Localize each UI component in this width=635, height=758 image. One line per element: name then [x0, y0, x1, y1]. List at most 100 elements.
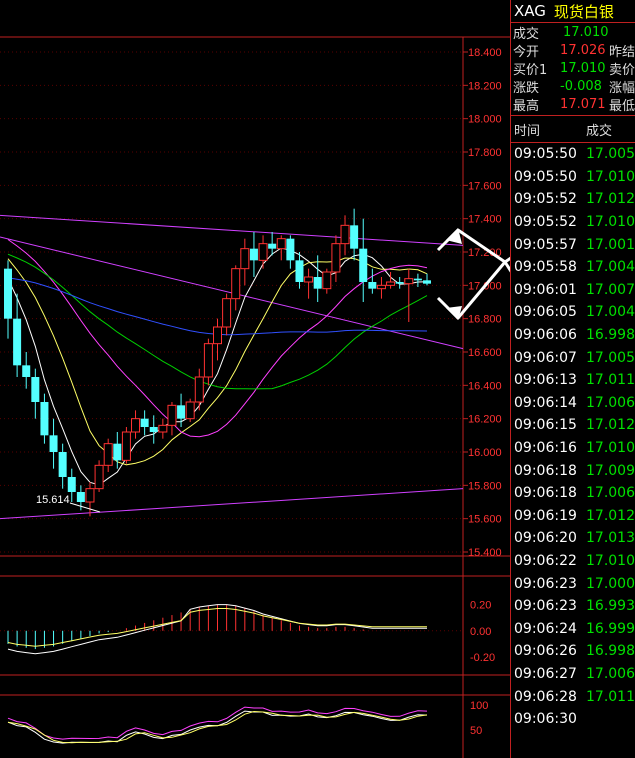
trade-time: 09:06:06: [514, 327, 577, 344]
quote-label-2: 卖价: [608, 62, 635, 78]
trade-row[interactable]: 09:05:50 17.010: [511, 166, 635, 189]
trade-row[interactable]: 09:06:23 16.993: [511, 595, 635, 618]
trade-row[interactable]: 09:06:27 17.006: [511, 663, 635, 686]
trade-price: 17.005: [586, 349, 635, 366]
trade-row[interactable]: 09:06:19 17.012: [511, 505, 635, 528]
trade-price: 16.998: [586, 327, 635, 344]
quote-label: 今开: [513, 44, 540, 60]
trade-row[interactable]: 09:06:18 17.009: [511, 459, 635, 482]
trade-row[interactable]: 09:06:16 17.010: [511, 437, 635, 460]
quote-row: 买价1 17.010 卖价: [511, 59, 635, 78]
trade-row[interactable]: 09:06:28 17.011: [511, 685, 635, 708]
quote-row: 涨跌 -0.008 涨幅: [511, 77, 635, 96]
trade-row[interactable]: 09:06:30: [511, 708, 635, 731]
trendline-upper: [0, 214, 464, 246]
candle-body-up: [304, 276, 314, 283]
trade-time: 09:06:14: [514, 394, 577, 411]
candle-body-up: [167, 404, 177, 426]
candle-body-down: [177, 405, 186, 419]
candle-body-down: [113, 443, 122, 461]
candle-body-up: [131, 418, 141, 433]
trade-row[interactable]: 09:06:06 16.998: [511, 324, 635, 347]
trade-time: 09:06:18: [514, 485, 577, 502]
price-tick-label: 15.600: [468, 514, 502, 526]
trade-time: 09:06:23: [514, 575, 577, 592]
trades-header-time: 时间: [514, 123, 541, 139]
macd-axis-label: -0.20: [470, 652, 495, 664]
quote-value: 17.071: [560, 96, 606, 112]
trade-price: 17.000: [586, 575, 635, 592]
candle-body-up: [185, 401, 195, 420]
trade-row[interactable]: 09:06:18 17.006: [511, 482, 635, 505]
trade-time: 09:06:24: [514, 620, 577, 637]
candle-body-up: [222, 298, 232, 328]
trade-row[interactable]: 09:05:57 17.001: [511, 233, 635, 256]
price-tick-label: 16.200: [468, 414, 502, 426]
trade-row[interactable]: 09:06:14 17.006: [511, 392, 635, 415]
candle-body-down: [268, 243, 277, 249]
trade-price: 17.006: [586, 485, 635, 502]
trade-time: 09:06:05: [514, 304, 577, 321]
trade-price: 17.012: [586, 507, 635, 524]
trade-row[interactable]: 09:06:22 17.010: [511, 550, 635, 573]
trade-price: 17.010: [586, 168, 635, 185]
trade-row[interactable]: 09:06:13 17.011: [511, 369, 635, 392]
candle-body-up: [203, 343, 213, 378]
trade-row[interactable]: 09:06:07 17.005: [511, 346, 635, 369]
kline-chart[interactable]: 18.40018.20018.00017.80017.60017.40017.2…: [0, 0, 510, 758]
instrument-title-bar: XAG 现货白银: [511, 0, 635, 23]
ma5-line: [7, 247, 428, 486]
trade-row[interactable]: 09:06:24 16.999: [511, 617, 635, 640]
trade-time: 09:06:28: [514, 688, 577, 705]
trade-price: 17.007: [586, 281, 635, 298]
price-tick-label: 16.400: [468, 380, 502, 392]
quote-row: 最高 17.071 最低: [511, 95, 635, 114]
candle-body-up: [404, 278, 414, 285]
trade-price: 16.993: [586, 598, 635, 615]
trade-row[interactable]: 09:05:52 17.010: [511, 211, 635, 234]
candle-body-down: [58, 452, 67, 477]
trade-price: 17.005: [586, 146, 635, 163]
candle-body-down: [49, 435, 58, 452]
price-tick-label: 18.000: [468, 114, 502, 126]
trades-list[interactable]: 09:05:50 17.005 09:05:50 17.010 09:05:52 17.0…: [511, 143, 635, 730]
price-tick-label: 15.800: [468, 480, 502, 492]
candle-body-down: [295, 260, 304, 282]
trade-price: 17.004: [586, 259, 635, 276]
quote-row: 成交 17.010: [511, 23, 635, 42]
trades-header-price: 成交: [586, 123, 613, 139]
trade-price: 16.998: [586, 643, 635, 660]
quote-side-panel: XAG 现货白银 成交 17.010 今开 17.026 昨结 买价1 17.010 卖价 涨跌…: [510, 0, 635, 758]
kline-chart-area[interactable]: 18.400 18.200 18.000 17.800 17.600 17.400 17.2…: [0, 0, 510, 758]
trade-time: 09:06:16: [514, 440, 577, 457]
candle-body-up: [94, 464, 104, 490]
quote-row: 今开 17.026 昨结: [511, 41, 635, 60]
candle-body-up: [276, 238, 286, 250]
trade-row[interactable]: 09:05:50 17.005: [511, 143, 635, 166]
trade-time: 09:06:01: [514, 281, 577, 298]
candle-body-up: [231, 268, 241, 300]
trade-row[interactable]: 09:06:05 17.004: [511, 301, 635, 324]
trade-row[interactable]: 09:06:23 17.000: [511, 572, 635, 595]
price-tick-label: 18.400: [468, 47, 502, 59]
trade-price: 16.999: [586, 620, 635, 637]
candle-body-down: [76, 492, 85, 502]
candle-body-up: [376, 284, 386, 290]
trade-row[interactable]: 09:06:20 17.013: [511, 527, 635, 550]
candle-body-up: [240, 248, 250, 270]
trade-row[interactable]: 09:05:58 17.004: [511, 256, 635, 279]
candle-body-down: [67, 477, 76, 492]
trade-row[interactable]: 09:06:15 17.012: [511, 414, 635, 437]
price-tick-label: 17.400: [468, 214, 502, 226]
trade-row[interactable]: 09:05:52 17.012: [511, 188, 635, 211]
kdj-j-line: [7, 706, 428, 740]
candle-body-up: [322, 271, 332, 290]
trade-time: 09:06:22: [514, 552, 577, 569]
candle-body-down: [249, 248, 258, 261]
trade-row[interactable]: 09:06:26 16.998: [511, 640, 635, 663]
trade-time: 09:06:26: [514, 643, 577, 660]
trade-row[interactable]: 09:06:01 17.007: [511, 279, 635, 302]
trade-price: 17.006: [586, 665, 635, 682]
price-tick-label: 15.400: [468, 547, 502, 559]
candle-body-up: [340, 224, 350, 245]
